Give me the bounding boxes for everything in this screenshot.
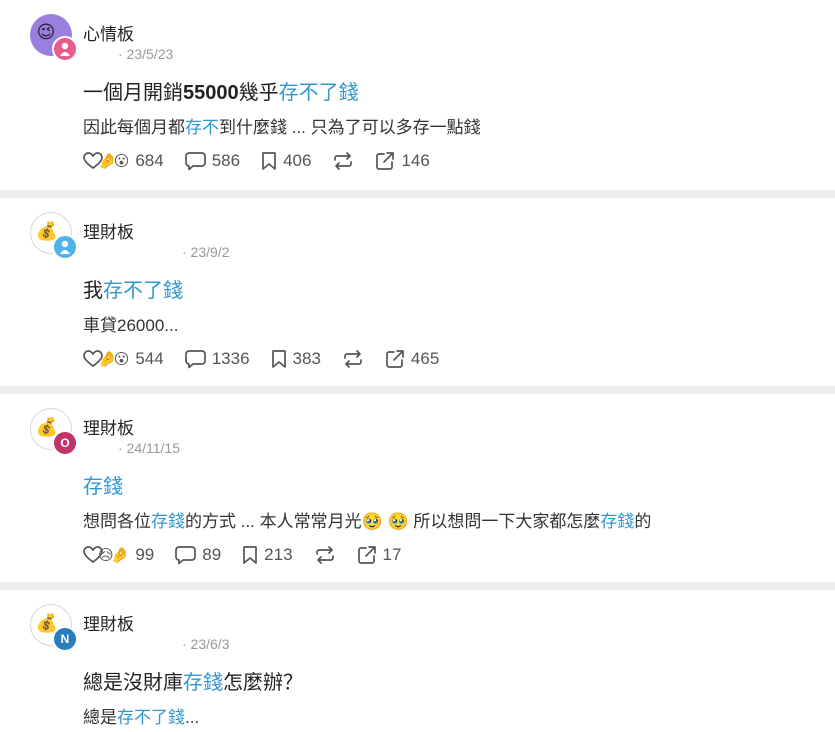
post-date: · 23/9/2 xyxy=(182,244,230,260)
share-button[interactable]: 465 xyxy=(385,349,439,369)
comment-button[interactable]: 586 xyxy=(184,151,241,171)
post-header: 😉 心情板 · 23/5/23 xyxy=(30,14,430,62)
board-name[interactable]: 理財板 xyxy=(83,414,134,439)
post-actions: 🤌 😮 544 1336 383 465 xyxy=(83,349,460,369)
post-header: 💰 O 理財板 · 24/11/15 xyxy=(30,408,430,456)
save-count: 383 xyxy=(292,349,321,368)
post-title[interactable]: 存錢 xyxy=(83,470,123,499)
post-title[interactable]: 一個月開銷55000幾乎存不了錢 xyxy=(83,76,359,105)
reaction-emojis: 😥 🤌 xyxy=(98,547,130,564)
comment-count: 1336 xyxy=(211,349,250,368)
share-count: 17 xyxy=(382,545,402,564)
bookmark-icon xyxy=(262,152,276,170)
repost-icon xyxy=(344,350,362,368)
post-card[interactable]: 😉 心情板 · 23/5/23 一個月開銷55000幾乎存不了錢 因此每個月都存… xyxy=(0,0,835,190)
share-icon xyxy=(357,546,376,564)
share-icon xyxy=(386,350,404,368)
post-card[interactable]: 💰 理財板 · 23/9/2 我存不了錢 車貸26000... 🤌 😮 544 1… xyxy=(0,198,835,386)
like-button[interactable]: 🤌 😮 544 xyxy=(83,349,164,369)
post-excerpt: 想問各位存錢的方式 ... 本人常常月光🥹 🥹 所以想問一下大家都怎麼存錢的 xyxy=(83,512,652,531)
save-button[interactable]: 213 xyxy=(242,545,293,565)
repost-button[interactable] xyxy=(332,152,354,170)
share-button[interactable]: 17 xyxy=(357,545,402,565)
person-icon xyxy=(60,240,70,254)
like-button[interactable]: 🤌 😮 684 xyxy=(83,151,164,171)
user-badge xyxy=(52,36,78,62)
post-header: 💰 理財板 · 23/9/2 xyxy=(30,212,430,260)
comment-count: 586 xyxy=(211,151,241,170)
divider xyxy=(0,386,835,394)
post-actions: 😥 🤌 99 89 213 17 xyxy=(83,545,422,565)
share-button[interactable]: 146 xyxy=(375,151,430,171)
user-badge xyxy=(52,234,78,260)
save-count: 406 xyxy=(283,151,312,170)
user-badge: N xyxy=(52,626,78,652)
repost-button[interactable] xyxy=(342,350,364,368)
share-icon xyxy=(376,152,395,170)
like-count: 544 xyxy=(135,349,164,368)
bookmark-icon xyxy=(243,546,258,564)
comment-count: 89 xyxy=(202,545,222,564)
divider xyxy=(0,582,835,590)
person-icon xyxy=(60,42,70,56)
post-date: · 24/11/15 xyxy=(118,440,181,456)
comment-icon xyxy=(175,546,197,565)
save-button[interactable]: 383 xyxy=(271,349,321,369)
board-name[interactable]: 理財板 xyxy=(83,610,134,635)
save-button[interactable]: 406 xyxy=(261,151,311,171)
divider xyxy=(0,190,835,198)
comment-button[interactable]: 1336 xyxy=(184,349,250,369)
post-date: · 23/5/23 xyxy=(118,46,174,62)
post-excerpt: 總是存不了錢... xyxy=(83,708,200,727)
repost-button[interactable] xyxy=(314,546,336,564)
post-card[interactable]: 💰 N 理財板 · 23/6/3 總是沒財庫存錢怎麼辦？ 總是存不了錢... xyxy=(0,590,835,732)
save-count: 213 xyxy=(264,545,293,564)
comment-icon xyxy=(184,152,206,171)
smile-emoji-icon: 😉 xyxy=(36,22,56,42)
comment-icon xyxy=(184,350,206,369)
repost-icon xyxy=(315,546,334,564)
repost-icon xyxy=(334,152,353,170)
post-actions: 🤌 😮 684 586 406 146 xyxy=(83,151,451,171)
post-header: 💰 N 理財板 · 23/6/3 xyxy=(30,604,430,652)
like-button[interactable]: 😥 🤌 99 xyxy=(83,545,154,565)
board-name[interactable]: 心情板 xyxy=(83,20,134,45)
post-date: · 23/6/3 xyxy=(182,636,230,652)
bookmark-icon xyxy=(271,350,286,368)
post-title[interactable]: 總是沒財庫存錢怎麼辦？ xyxy=(83,666,303,695)
like-count: 99 xyxy=(135,545,155,564)
post-title[interactable]: 我存不了錢 xyxy=(83,274,183,303)
user-badge: O xyxy=(52,430,78,456)
board-name[interactable]: 理財板 xyxy=(83,218,134,243)
reaction-emojis: 🤌 😮 xyxy=(98,351,130,368)
reaction-emojis: 🤌 😮 xyxy=(98,153,130,170)
comment-button[interactable]: 89 xyxy=(175,545,221,565)
like-count: 684 xyxy=(135,151,164,170)
post-card[interactable]: 💰 O 理財板 · 24/11/15 存錢 想問各位存錢的方式 ... 本人常常… xyxy=(0,394,835,582)
share-count: 146 xyxy=(401,151,430,170)
share-count: 465 xyxy=(410,349,440,368)
post-excerpt: 車貸26000... xyxy=(83,316,179,335)
post-excerpt: 因此每個月都存不到什麼錢 ... 只為了可以多存一點錢 xyxy=(83,118,481,137)
